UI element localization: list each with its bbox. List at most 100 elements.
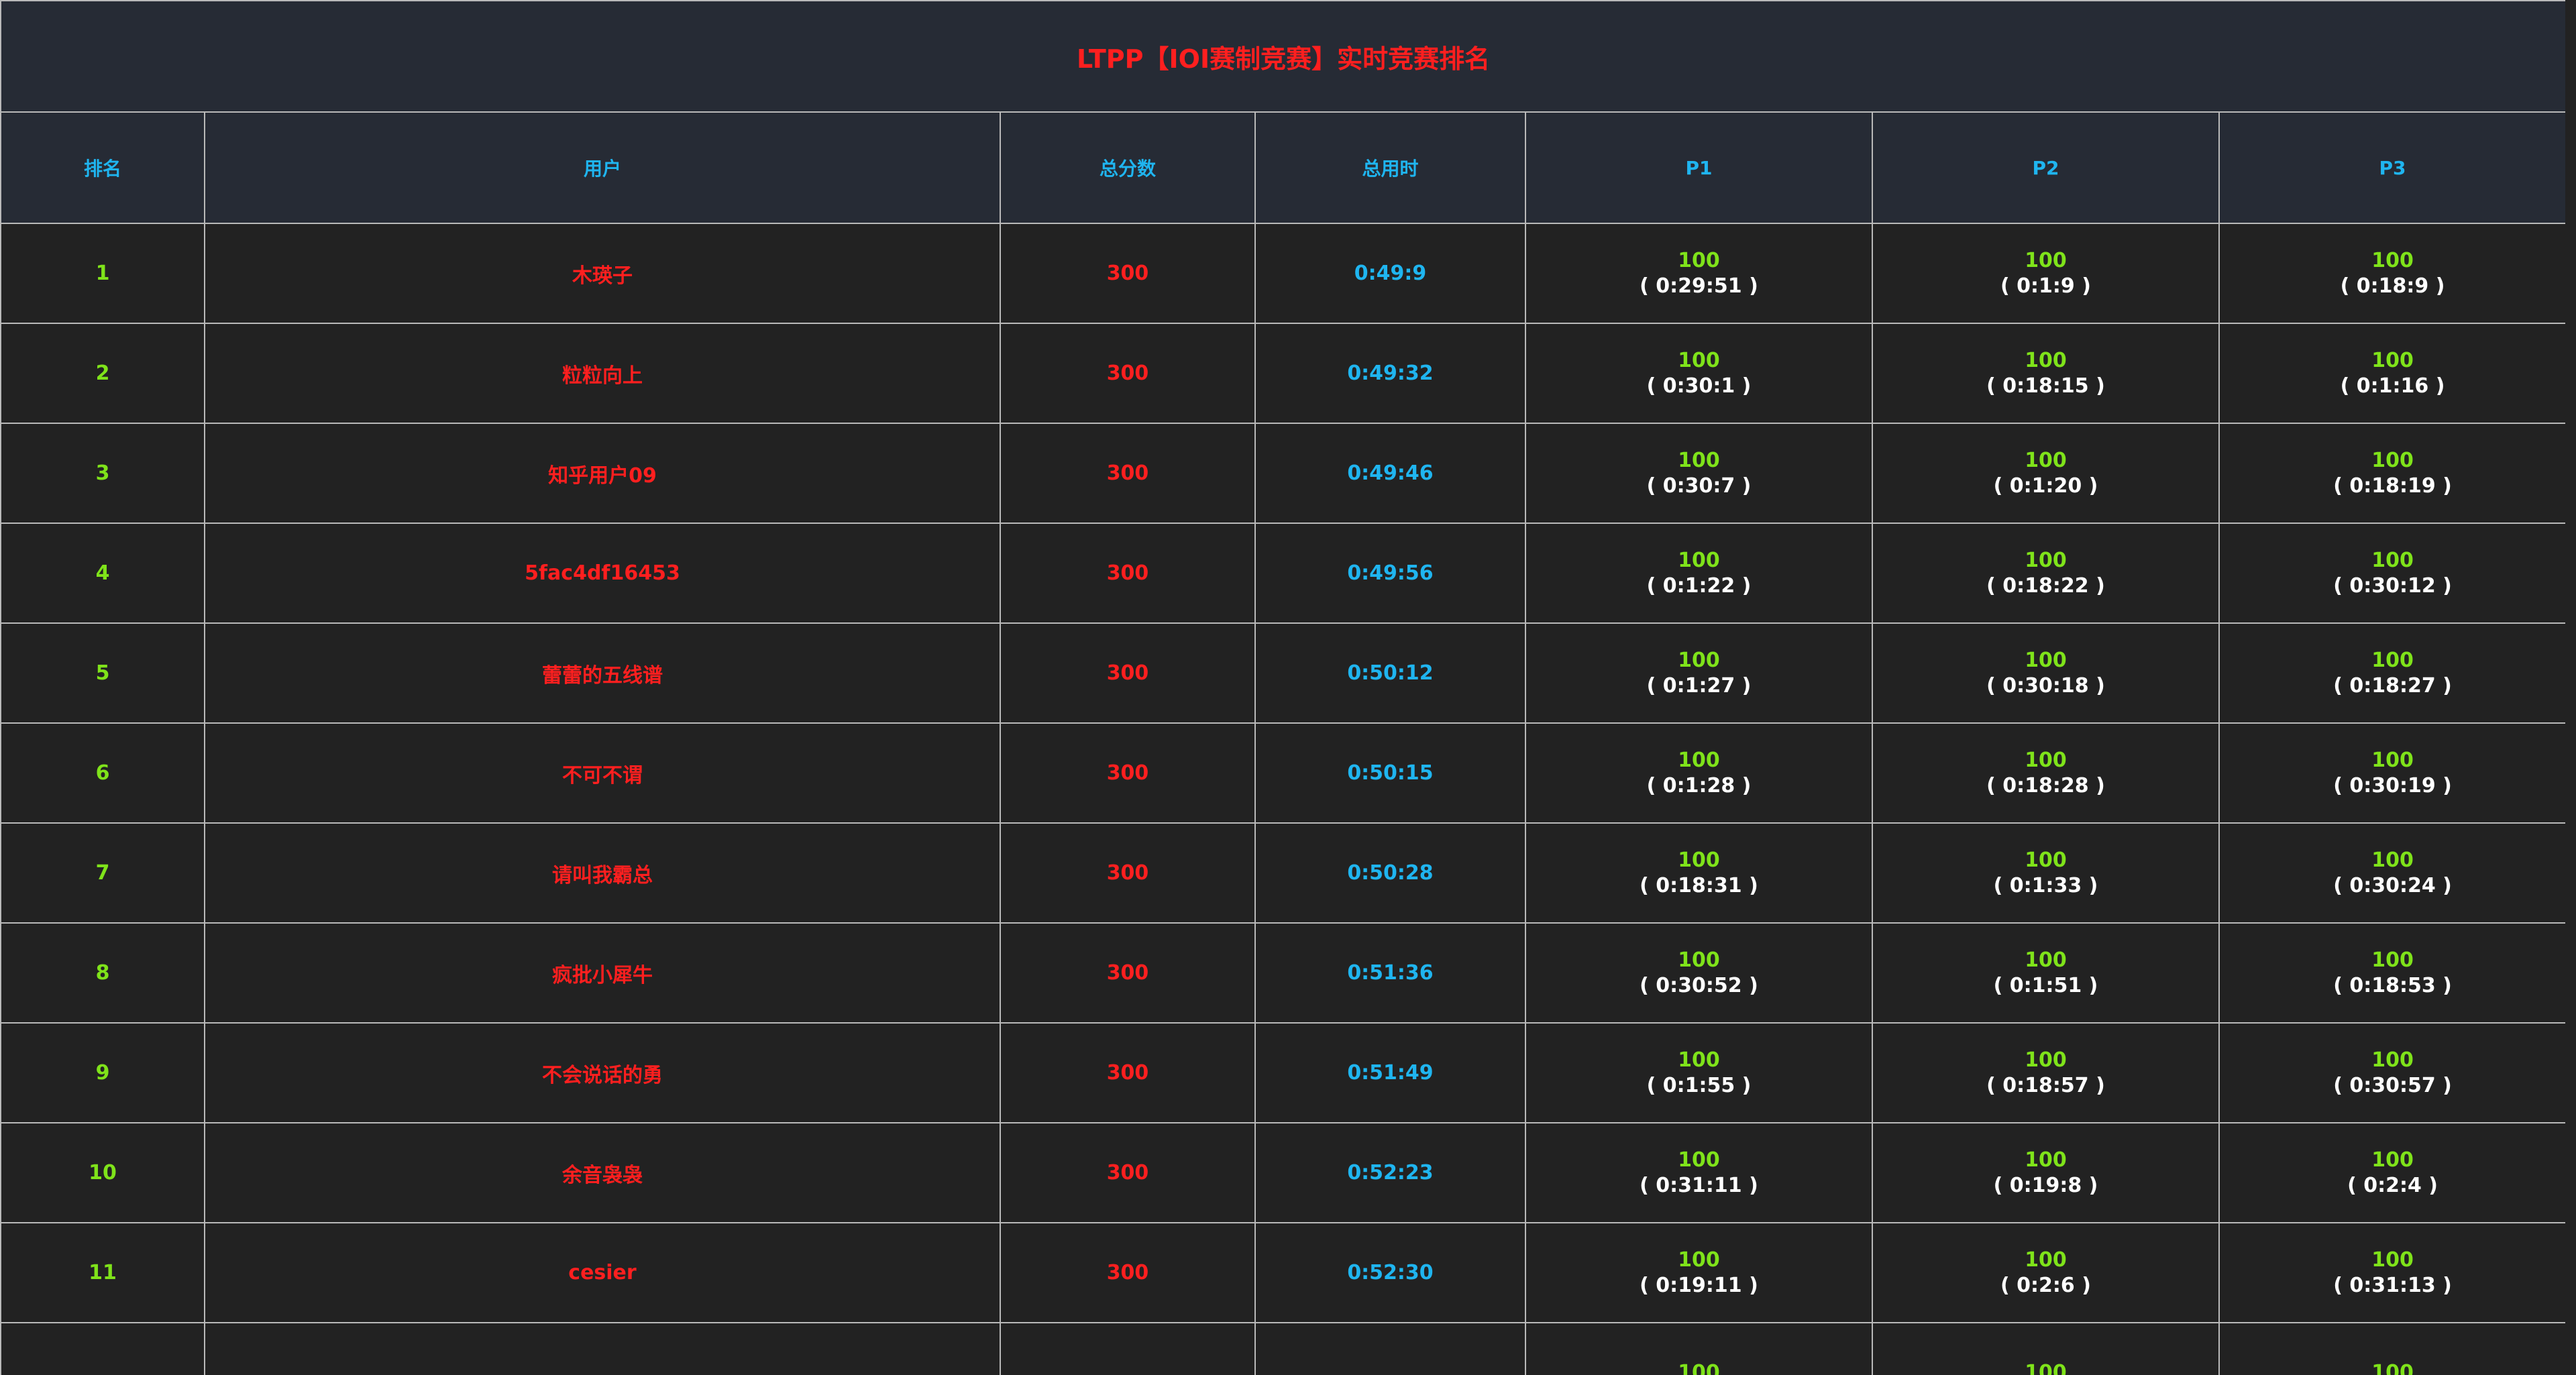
p1-score: 100	[1678, 1048, 1720, 1072]
user-cell: 5fac4df16453	[204, 522, 1001, 624]
p3-score: 100	[2371, 748, 2414, 772]
p2-time: ( 0:1:9 )	[2000, 274, 2091, 298]
p1-time: ( 0:30:1 )	[1646, 374, 1752, 398]
table-row: 3 知乎用户09 300 0:49:46 100( 0:30:7 ) 100( 0:1:2…	[0, 423, 2565, 524]
user-cell: 请叫我霸总	[204, 822, 1001, 924]
p1-score: 100	[1678, 748, 1720, 772]
total-time-cell: 0:49:56	[1254, 522, 1526, 624]
p1-score: 100	[1678, 648, 1720, 672]
header-rank: 排名	[0, 111, 205, 224]
p3-score: 100	[2371, 1360, 2414, 1375]
p3-time: ( 0:30:24 )	[2333, 873, 2452, 897]
total-score-cell: 300	[1000, 1222, 1256, 1323]
p2-cell: 100( 0:2:6 )	[1872, 1222, 2220, 1323]
user-cell: 蕾蕾的五线谱	[204, 622, 1001, 724]
p1-cell: 100( 0:1:27 )	[1525, 622, 1873, 724]
p3-time: ( 0:30:19 )	[2333, 773, 2452, 798]
p2-cell: 100( 0:1:9 )	[1872, 223, 2220, 324]
table-row: 7 请叫我霸总 300 0:50:28 100( 0:18:31 ) 100( 0:1:3…	[0, 822, 2565, 924]
p2-time: ( 0:18:57 )	[1986, 1073, 2105, 1097]
rank-cell: 7	[0, 822, 205, 924]
rank-cell: 5	[0, 622, 205, 724]
user-cell: 不可不谓	[204, 722, 1001, 824]
p3-cell: 100( 0:30:24 )	[2218, 822, 2565, 924]
p1-cell: 100( 0:18:31 )	[1525, 822, 1873, 924]
p3-score: 100	[2371, 1148, 2414, 1172]
p3-time: ( 0:30:57 )	[2333, 1073, 2452, 1097]
p2-cell: 100( 0:1:33 )	[1872, 822, 2220, 924]
total-score-cell	[1000, 1322, 1256, 1375]
p1-cell: 100( 0:30:7 )	[1525, 423, 1873, 524]
p3-time: ( 0:18:9 )	[2340, 274, 2445, 298]
table-row: 8 疯批小犀牛 300 0:51:36 100( 0:30:52 ) 100( 0:1:5…	[0, 922, 2565, 1024]
p1-time: ( 0:31:11 )	[1640, 1173, 1758, 1197]
p1-time: ( 0:1:22 )	[1646, 573, 1752, 598]
total-score-cell: 300	[1000, 1022, 1256, 1123]
total-time-cell: 0:50:15	[1254, 722, 1526, 824]
p2-cell: 100( 0:18:28 )	[1872, 722, 2220, 824]
p2-time: ( 0:30:18 )	[1986, 673, 2105, 698]
ranking-board: LTPP【IOI赛制竞赛】实时竞赛排名 排名 用户 总分数 总用时 P1 P2 …	[0, 0, 2565, 1375]
table-row: 4 5fac4df16453 300 0:49:56 100( 0:1:22 ) 100(…	[0, 522, 2565, 624]
header-total-score: 总分数	[1000, 111, 1256, 224]
header-total-time: 总用时	[1254, 111, 1526, 224]
user-cell: 知乎用户09	[204, 423, 1001, 524]
total-time-cell: 0:49:46	[1254, 423, 1526, 524]
p1-time: ( 0:19:11 )	[1640, 1273, 1758, 1297]
p1-score: 100	[1678, 1248, 1720, 1272]
total-time-cell: 0:50:12	[1254, 622, 1526, 724]
p3-time: ( 0:1:16 )	[2340, 374, 2445, 398]
total-score-cell: 300	[1000, 622, 1256, 724]
table-row: 9 不会说话的勇 300 0:51:49 100( 0:1:55 ) 100( 0:18:…	[0, 1022, 2565, 1123]
rank-cell: 2	[0, 323, 205, 424]
p3-cell: 100( 0:30:19 )	[2218, 722, 2565, 824]
total-score-cell: 300	[1000, 522, 1256, 624]
p3-score: 100	[2371, 1048, 2414, 1072]
p1-cell: 100( 0:1:28 )	[1525, 722, 1873, 824]
p1-score: 100	[1678, 1148, 1720, 1172]
p2-score: 100	[2025, 748, 2067, 772]
p1-score: 100	[1678, 1360, 1720, 1375]
p2-score: 100	[2025, 448, 2067, 472]
p2-time: ( 0:1:51 )	[1993, 973, 2098, 997]
p2-cell: 100( 0:18:22 )	[1872, 522, 2220, 624]
p2-cell: 100( 0:30:18 )	[1872, 622, 2220, 724]
p2-cell: 100( 0:18:57 )	[1872, 1022, 2220, 1123]
table-row: 5 蕾蕾的五线谱 300 0:50:12 100( 0:1:27 ) 100( 0:30:…	[0, 622, 2565, 724]
p3-time: ( 0:2:4 )	[2347, 1173, 2438, 1197]
rank-cell: 6	[0, 722, 205, 824]
table-row: 11 cesier 300 0:52:30 100( 0:19:11 ) 100( 0:2…	[0, 1222, 2565, 1323]
total-time-cell: 0:52:23	[1254, 1122, 1526, 1223]
total-time-cell: 0:49:9	[1254, 223, 1526, 324]
total-score-cell: 300	[1000, 822, 1256, 924]
page-title: LTPP【IOI赛制竞赛】实时竞赛排名	[0, 0, 2565, 113]
total-time-cell: 0:52:30	[1254, 1222, 1526, 1323]
p3-time: ( 0:18:53 )	[2333, 973, 2452, 997]
p2-cell: 100( 0:19:8 )	[1872, 1122, 2220, 1223]
rank-cell: 4	[0, 522, 205, 624]
p3-cell: 100( 0:1:16 )	[2218, 323, 2565, 424]
p3-time: ( 0:18:19 )	[2333, 474, 2452, 498]
p3-cell: 100( 0:2:4 )	[2218, 1122, 2565, 1223]
p3-time: ( 0:18:27 )	[2333, 673, 2452, 698]
p2-score: 100	[2025, 348, 2067, 372]
p1-cell: 100( 0:29:51 )	[1525, 223, 1873, 324]
total-score-cell: 300	[1000, 323, 1256, 424]
user-cell: 余音袅袅	[204, 1122, 1001, 1223]
p2-score: 100	[2025, 248, 2067, 272]
p1-time: ( 0:30:7 )	[1646, 474, 1752, 498]
rank-cell: 3	[0, 423, 205, 524]
p2-time: ( 0:18:15 )	[1986, 374, 2105, 398]
p2-score: 100	[2025, 1360, 2067, 1375]
p1-score: 100	[1678, 248, 1720, 272]
user-cell: 疯批小犀牛	[204, 922, 1001, 1024]
table-row: 6 不可不谓 300 0:50:15 100( 0:1:28 ) 100( 0:18:28…	[0, 722, 2565, 824]
p1-cell: 100( 0:1:55 )	[1525, 1022, 1873, 1123]
p3-cell: 100( 0:18:9 )	[2218, 223, 2565, 324]
user-cell: 粒粒向上	[204, 323, 1001, 424]
ranking-table-body: 1 木瑛子 300 0:49:9 100( 0:29:51 ) 100( 0:1:9 ) 1…	[0, 223, 2565, 1375]
rank-cell: 10	[0, 1122, 205, 1223]
p3-cell: 100( 0:31:13 )	[2218, 1222, 2565, 1323]
p3-cell: 100( 0:30:57 )	[2218, 1022, 2565, 1123]
p3-cell: 100( 0:18:53 )	[2218, 922, 2565, 1024]
